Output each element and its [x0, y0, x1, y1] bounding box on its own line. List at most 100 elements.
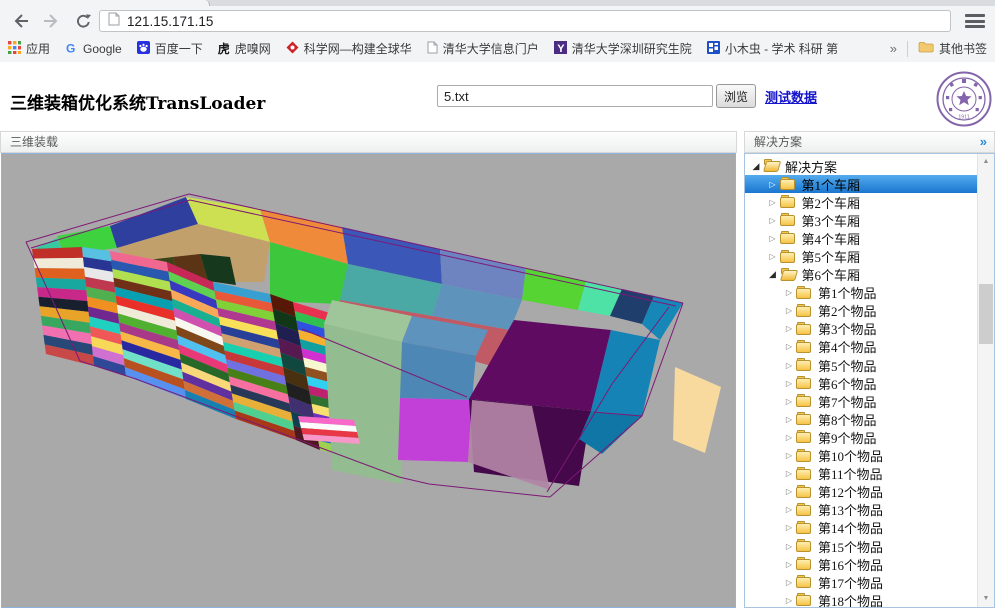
url-text[interactable]: 121.15.171.15	[127, 14, 213, 29]
tree-expander-icon[interactable]: ▷	[782, 487, 796, 496]
tree-expander-icon[interactable]: ▷	[782, 379, 796, 388]
folder-icon	[780, 213, 797, 227]
tree-node-label: 第5个物品	[815, 356, 880, 375]
page-header: 三维装箱优化系统TransLoader 浏览 测试数据 1911	[0, 62, 995, 131]
tree-node[interactable]: ▷第9个物品	[745, 428, 994, 446]
diamond-icon	[286, 41, 299, 57]
other-bookmarks[interactable]: 其他书签	[918, 40, 987, 57]
bookmark-item[interactable]: 应用	[8, 40, 50, 57]
scene-3d[interactable]	[2, 154, 735, 607]
tree-expander-icon[interactable]: ◢	[749, 161, 763, 172]
tree-node[interactable]: ▷第3个车厢	[745, 211, 994, 229]
tree-node[interactable]: ▷ 第18个物品	[745, 591, 994, 608]
bookmarks-overflow-icon[interactable]: »	[890, 41, 897, 56]
tree-node[interactable]: ▷第7个物品	[745, 392, 994, 410]
menu-icon[interactable]	[964, 12, 986, 30]
tree-scrollbar[interactable]: ▲ ▼	[977, 154, 994, 607]
tree-expander-icon[interactable]: ▷	[766, 252, 780, 261]
tree-expander-icon[interactable]: ▷	[782, 578, 796, 587]
tree-node-label: 第4个车厢	[799, 229, 864, 248]
bookmark-item[interactable]: 虎虎嗅网	[218, 40, 271, 57]
tree-expander-icon[interactable]: ▷	[766, 180, 780, 189]
bookmark-item[interactable]: GGoogle	[65, 41, 122, 57]
tree-node[interactable]: ▷ 第4个车厢	[745, 229, 994, 247]
tree-node-label: 第12个物品	[815, 482, 886, 501]
tree-expander-icon[interactable]: ▷	[782, 306, 796, 315]
forward-icon[interactable]	[38, 8, 64, 34]
tree-expander-icon[interactable]: ◢	[766, 269, 780, 280]
tree-expander-icon[interactable]: ▷	[766, 216, 780, 225]
tree-node[interactable]: ▷第11个物品	[745, 465, 994, 483]
scroll-down-icon[interactable]: ▼	[978, 591, 994, 607]
tree-node[interactable]: ▷第2个车厢	[745, 193, 994, 211]
page-title: 三维装箱优化系统TransLoader	[10, 89, 265, 114]
scene-3d-canvas[interactable]	[1, 153, 736, 608]
folder-icon	[796, 467, 813, 481]
tree-expander-icon[interactable]: ▷	[782, 288, 796, 297]
bookmark-item[interactable]: 科学网—构建全球华	[286, 40, 412, 57]
tree-node[interactable]: ▷第3个物品	[745, 320, 994, 338]
tree-node[interactable]: ▷第13个物品	[745, 501, 994, 519]
tree-node[interactable]: ▷第8个物品	[745, 410, 994, 428]
tree-expander-icon[interactable]: ▷	[782, 433, 796, 442]
tree-expander-icon[interactable]: ▷	[782, 324, 796, 333]
tree-expander-icon[interactable]: ▷	[782, 361, 796, 370]
tree-node-label: 第5个车厢	[799, 247, 864, 266]
reload-icon[interactable]	[70, 8, 96, 34]
tree-node[interactable]: ▷ 第5个物品	[745, 356, 994, 374]
back-icon[interactable]	[8, 8, 34, 34]
tree-node-label: 第16个物品	[815, 555, 886, 574]
folder-icon	[796, 485, 813, 499]
tree-expander-icon[interactable]: ▷	[766, 198, 780, 207]
viewer-panel-header: 三维装载	[0, 131, 737, 153]
tree-node[interactable]: ▷第1个车厢	[745, 175, 994, 193]
tree-node-label: 第18个物品	[815, 591, 886, 608]
url-bar[interactable]: 121.15.171.15	[99, 10, 951, 32]
bookmark-item[interactable]: 小木虫 - 学术 科研 第	[707, 40, 838, 57]
tree-node[interactable]: ▷ 第4个物品	[745, 338, 994, 356]
collapse-panel-icon[interactable]: »	[980, 132, 987, 152]
tree-node[interactable]: ▷ 第5个车厢	[745, 247, 994, 265]
tree-expander-icon[interactable]: ▷	[782, 451, 796, 460]
tree-node[interactable]: ▷ 第10个物品	[745, 447, 994, 465]
folder-icon	[796, 593, 813, 607]
tree-expander-icon[interactable]: ▷	[782, 469, 796, 478]
scrollbar-thumb[interactable]	[979, 284, 993, 344]
tree-expander-icon[interactable]: ▷	[782, 560, 796, 569]
tree-node[interactable]: ▷第1个物品	[745, 284, 994, 302]
tree-node[interactable]: ▷第17个物品	[745, 573, 994, 591]
bookmark-item[interactable]: 百度一下	[137, 40, 203, 57]
tree-expander-icon[interactable]: ▷	[782, 523, 796, 532]
tree-expander-icon[interactable]: ▷	[782, 542, 796, 551]
folder-icon	[763, 159, 780, 173]
file-input[interactable]	[437, 85, 713, 107]
browser-chrome: 121.15.171.15 应用 GGoogle 百度一下虎虎嗅网科学网—构建全球华…	[0, 0, 995, 63]
tree-expander-icon[interactable]: ▷	[766, 234, 780, 243]
tree-node[interactable]: ▷ 第16个物品	[745, 555, 994, 573]
tree-rows: ◢解决方案▷第1个车厢▷第2个车厢▷第3个车厢▷第4个车厢▷第5个车厢◢第6个车…	[745, 157, 994, 608]
browse-button[interactable]: 浏览	[716, 84, 756, 108]
tree-node[interactable]: ▷ 第14个物品	[745, 519, 994, 537]
tree-node[interactable]: ◢第6个车厢	[745, 266, 994, 284]
tree-expander-icon[interactable]: ▷	[782, 342, 796, 351]
tree-node[interactable]: ▷第15个物品	[745, 537, 994, 555]
tree-node[interactable]: ◢ 解决方案	[745, 157, 994, 175]
tree-node-label: 解决方案	[782, 157, 840, 176]
tree-node-label: 第4个物品	[815, 337, 880, 356]
grid-icon	[707, 41, 720, 57]
tree-expander-icon[interactable]: ▷	[782, 596, 796, 605]
tree-node-label: 第10个物品	[815, 446, 886, 465]
bookmark-item[interactable]: Y清华大学深圳研究生院	[554, 40, 692, 57]
bookmark-item[interactable]: 清华大学信息门户	[427, 40, 539, 57]
test-data-link[interactable]: 测试数据	[765, 87, 817, 106]
glyph-icon: 虎	[218, 40, 230, 57]
tree-node[interactable]: ▷ 第12个物品	[745, 483, 994, 501]
tree-node[interactable]: ▷第6个物品	[745, 374, 994, 392]
bookmark-label: 百度一下	[155, 40, 203, 57]
tree-expander-icon[interactable]: ▷	[782, 415, 796, 424]
tree-expander-icon[interactable]: ▷	[782, 397, 796, 406]
scroll-up-icon[interactable]: ▲	[978, 154, 994, 170]
tree-expander-icon[interactable]: ▷	[782, 505, 796, 514]
tree-node-label: 第14个物品	[815, 518, 886, 537]
tree-node[interactable]: ▷第2个物品	[745, 302, 994, 320]
